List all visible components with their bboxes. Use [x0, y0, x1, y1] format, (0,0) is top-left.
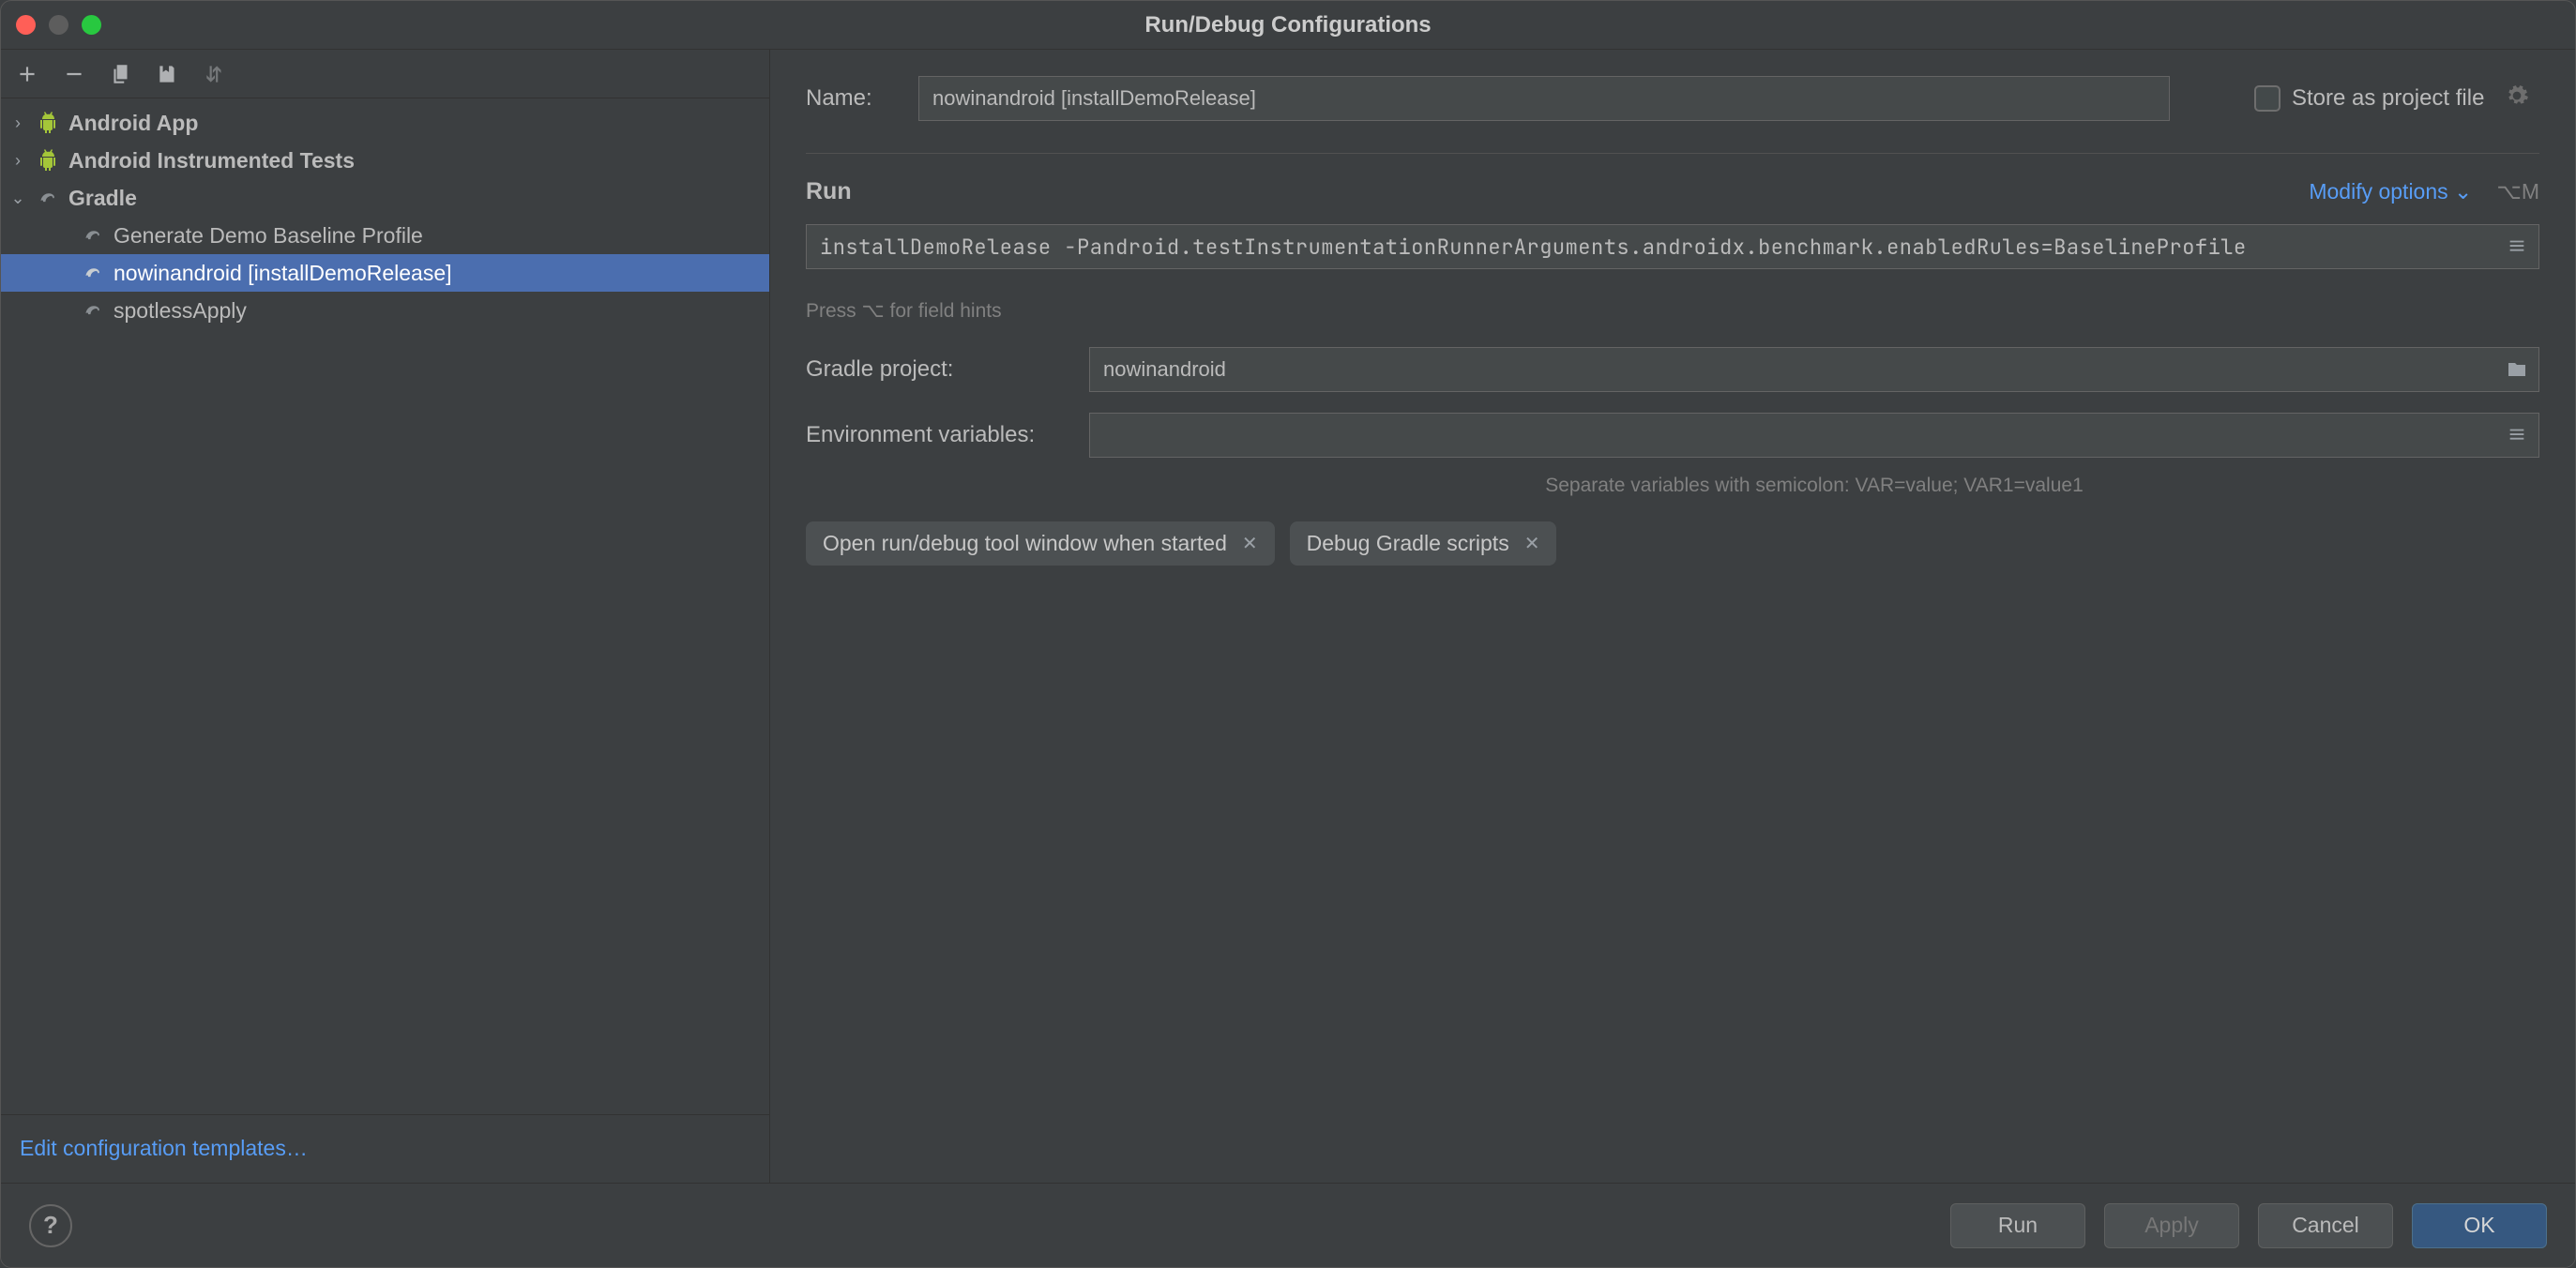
gear-icon[interactable] [2505, 83, 2529, 114]
sidebar-footer: Edit configuration templates… [1, 1114, 769, 1183]
tree-item-spotless[interactable]: spotlessApply [1, 292, 769, 329]
chip-open-tool-window[interactable]: Open run/debug tool window when started … [806, 521, 1275, 566]
dialog-footer: ? Run Apply Cancel OK [1, 1183, 2575, 1267]
android-icon [35, 112, 61, 134]
chevron-right-icon: › [8, 113, 27, 133]
sidebar: › Android App › Android Instrumented Tes… [1, 50, 770, 1183]
chevron-down-icon: ⌄ [8, 189, 27, 208]
checkbox-icon[interactable] [2254, 85, 2281, 112]
tree-label: spotlessApply [114, 298, 247, 324]
store-as-project-file[interactable]: Store as project file [2254, 83, 2529, 114]
sort-config-icon[interactable] [202, 61, 228, 87]
expand-env-icon[interactable] [2504, 422, 2530, 448]
name-label: Name: [806, 85, 918, 112]
ok-button[interactable]: OK [2412, 1203, 2547, 1248]
remove-config-icon[interactable] [61, 61, 87, 87]
run-section-header: Run Modify options ⌄ ⌥M [806, 178, 2539, 205]
run-args-row [806, 224, 2539, 269]
divider [806, 153, 2539, 154]
run-arguments-input[interactable] [806, 224, 2539, 269]
edit-templates-link[interactable]: Edit configuration templates… [20, 1136, 308, 1160]
chip-label: Debug Gradle scripts [1307, 531, 1509, 556]
chip-label: Open run/debug tool window when started [823, 531, 1227, 556]
modify-options-shortcut: ⌥M [2496, 179, 2539, 204]
store-label: Store as project file [2292, 85, 2484, 112]
gradle-project-label: Gradle project: [806, 356, 1089, 383]
env-hint: Separate variables with semicolon: VAR=v… [1089, 475, 2539, 497]
gradle-project-row: Gradle project: [806, 347, 2539, 392]
window-controls [16, 15, 101, 35]
env-vars-label: Environment variables: [806, 422, 1089, 448]
config-tree[interactable]: › Android App › Android Instrumented Tes… [1, 98, 769, 1114]
args-hint: Press ⌥ for field hints [806, 299, 2539, 323]
modify-options-link[interactable]: Modify options ⌄ [2309, 179, 2472, 204]
tree-item-android-instrumented[interactable]: › Android Instrumented Tests [1, 142, 769, 179]
chevron-right-icon: › [8, 151, 27, 171]
env-vars-input[interactable] [1089, 413, 2539, 458]
sidebar-toolbar [1, 50, 769, 98]
zoom-window-button[interactable] [82, 15, 101, 35]
gradle-task-icon [80, 262, 106, 284]
tree-item-install-demo[interactable]: nowinandroid [installDemoRelease] [1, 254, 769, 292]
browse-folder-icon[interactable] [2504, 356, 2530, 383]
modify-options[interactable]: Modify options ⌄ ⌥M [2309, 179, 2539, 204]
tree-item-generate-demo[interactable]: Generate Demo Baseline Profile [1, 217, 769, 254]
tree-label: Generate Demo Baseline Profile [114, 223, 423, 249]
tree-item-android-app[interactable]: › Android App [1, 104, 769, 142]
name-input[interactable] [918, 76, 2170, 121]
minimize-window-button[interactable] [49, 15, 68, 35]
dialog-title: Run/Debug Configurations [1144, 12, 1431, 38]
gradle-task-icon [80, 224, 106, 247]
help-button[interactable]: ? [29, 1204, 72, 1247]
apply-button[interactable]: Apply [2104, 1203, 2239, 1248]
chip-remove-icon[interactable]: ✕ [1524, 532, 1540, 555]
android-test-icon [35, 149, 61, 172]
tree-label: Gradle [68, 186, 137, 211]
env-vars-row: Environment variables: [806, 413, 2539, 458]
run-button[interactable]: Run [1950, 1203, 2085, 1248]
add-config-icon[interactable] [14, 61, 40, 87]
copy-config-icon[interactable] [108, 61, 134, 87]
run-section-title: Run [806, 178, 852, 205]
tree-label: Android Instrumented Tests [68, 148, 355, 174]
main-panel: Name: Store as project file Run Modify o… [770, 50, 2575, 1183]
tree-item-gradle[interactable]: ⌄ Gradle [1, 179, 769, 217]
dialog-window: Run/Debug Configurations [0, 0, 2576, 1268]
chip-remove-icon[interactable]: ✕ [1242, 532, 1258, 555]
name-row: Name: Store as project file [806, 76, 2539, 121]
gradle-task-icon [80, 299, 106, 322]
close-window-button[interactable] [16, 15, 36, 35]
cancel-button[interactable]: Cancel [2258, 1203, 2393, 1248]
expand-field-icon[interactable] [2504, 234, 2530, 260]
gradle-project-input[interactable] [1089, 347, 2539, 392]
option-chips: Open run/debug tool window when started … [806, 521, 2539, 566]
chip-debug-gradle[interactable]: Debug Gradle scripts ✕ [1290, 521, 1557, 566]
tree-label: nowinandroid [installDemoRelease] [114, 261, 452, 286]
dialog-body: › Android App › Android Instrumented Tes… [1, 50, 2575, 1183]
gradle-icon [35, 187, 61, 209]
titlebar: Run/Debug Configurations [1, 1, 2575, 50]
save-config-icon[interactable] [155, 61, 181, 87]
tree-label: Android App [68, 111, 198, 136]
